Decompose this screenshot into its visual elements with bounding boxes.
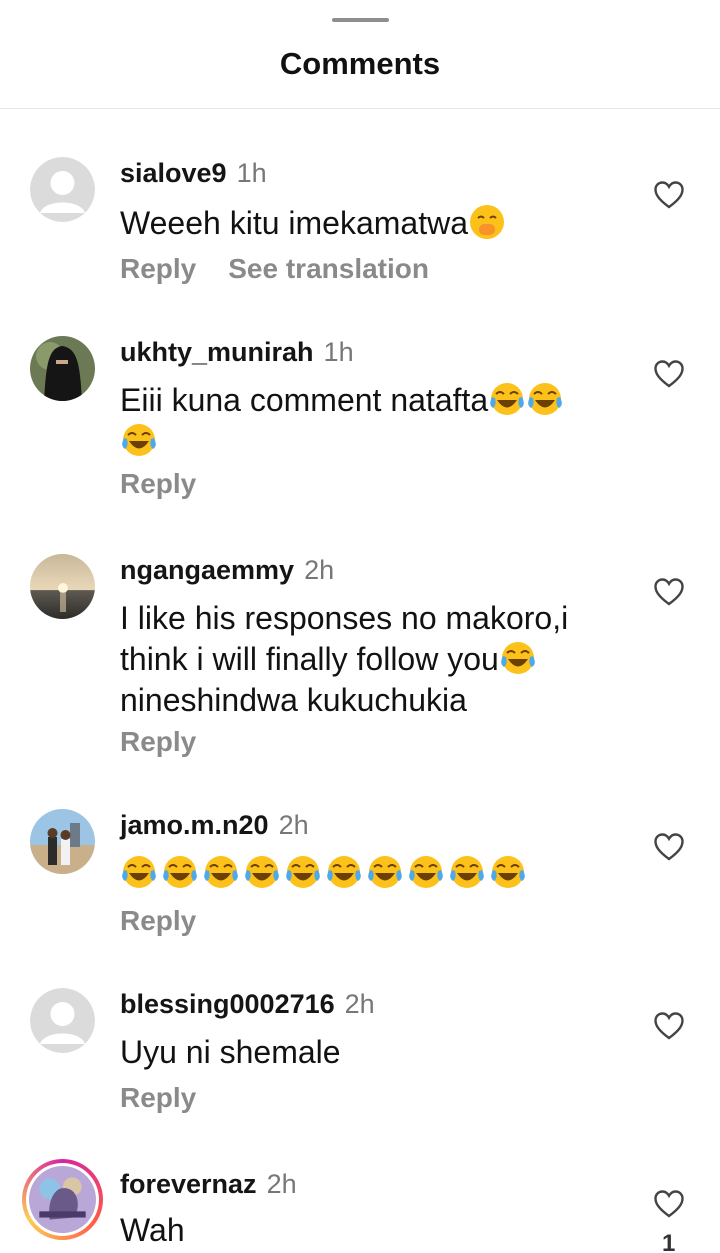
tears-of-joy-emoji-icon (245, 856, 279, 888)
drag-handle[interactable] (332, 18, 389, 22)
tears-of-joy-emoji-icon (528, 383, 562, 415)
reply-button[interactable]: Reply (120, 905, 196, 936)
comment-meta: forevernaz 2h (120, 1168, 297, 1200)
timestamp: 1h (236, 158, 267, 188)
timestamp: 2h (266, 1169, 297, 1199)
reply-button[interactable]: Reply (120, 468, 196, 499)
comment-text: Uyu ni shemale (120, 1034, 341, 1070)
comment-actions: Reply (120, 468, 196, 500)
username[interactable]: jamo.m.n20 (120, 810, 269, 840)
username[interactable]: ukhty_munirah (120, 337, 314, 367)
tears-of-joy-emoji-icon (204, 856, 238, 888)
tears-of-joy-emoji-icon (450, 856, 484, 888)
comment-text: Weeeh kitu imekamatwa (120, 203, 630, 244)
like-heart-icon[interactable] (654, 360, 684, 388)
avatar[interactable] (30, 554, 95, 619)
story-ring-avatar[interactable] (22, 1159, 103, 1240)
tears-of-joy-emoji-icon (490, 383, 524, 415)
tears-of-joy-emoji-icon (501, 642, 535, 674)
comment-actions: Reply (120, 726, 196, 758)
hand-over-mouth-emoji-icon (470, 205, 504, 239)
username[interactable]: forevernaz (120, 1169, 257, 1199)
tears-of-joy-emoji-icon (122, 424, 156, 456)
comment-text: I like his responses no makoro,i think i… (120, 600, 569, 718)
username[interactable]: sialove9 (120, 158, 227, 188)
avatar[interactable] (30, 988, 95, 1053)
timestamp: 2h (278, 810, 309, 840)
like-heart-icon[interactable] (654, 181, 684, 209)
avatar[interactable] (30, 336, 95, 401)
like-heart-icon[interactable] (654, 1190, 684, 1218)
comments-sheet: Comments sialove9 1h Weeeh kitu imekamatw… (0, 0, 720, 1253)
comment-actions: Reply (120, 905, 196, 937)
comment-meta: ngangaemmy 2h (120, 554, 334, 586)
like-heart-icon[interactable] (654, 1012, 684, 1040)
comment-meta: blessing0002716 2h (120, 988, 375, 1020)
like-heart-icon[interactable] (654, 833, 684, 861)
avatar[interactable] (30, 809, 95, 874)
avatar[interactable] (30, 157, 95, 222)
tears-of-joy-emoji-icon (409, 856, 443, 888)
username[interactable]: blessing0002716 (120, 989, 335, 1019)
comment-text: Eiii kuna comment natafta (120, 380, 630, 462)
username[interactable]: ngangaemmy (120, 555, 294, 585)
header-divider (0, 108, 720, 109)
tears-of-joy-emoji-icon (327, 856, 361, 888)
like-count: 1 (662, 1230, 676, 1253)
sheet-title: Comments (279, 46, 441, 81)
tears-of-joy-emoji-icon (122, 856, 156, 888)
timestamp: 2h (344, 989, 375, 1019)
tears-of-joy-emoji-icon (491, 856, 525, 888)
comment-text (120, 853, 630, 894)
timestamp: 1h (323, 337, 354, 367)
reply-button[interactable]: Reply (120, 253, 196, 284)
reply-button[interactable]: Reply (120, 726, 196, 757)
like-heart-icon[interactable] (654, 578, 684, 606)
see-translation-button[interactable]: See translation (228, 253, 429, 284)
timestamp: 2h (304, 555, 335, 585)
comment-meta: jamo.m.n20 2h (120, 809, 309, 841)
comment-actions: Reply (120, 1082, 196, 1114)
comment-meta: ukhty_munirah 1h (120, 336, 354, 368)
tears-of-joy-emoji-icon (286, 856, 320, 888)
reply-button[interactable]: Reply (120, 1082, 196, 1113)
comment-meta: sialove9 1h (120, 157, 267, 189)
comment-text: Wah (120, 1212, 185, 1248)
comment-actions: Reply See translation (120, 253, 429, 285)
tears-of-joy-emoji-icon (163, 856, 197, 888)
tears-of-joy-emoji-icon (368, 856, 402, 888)
